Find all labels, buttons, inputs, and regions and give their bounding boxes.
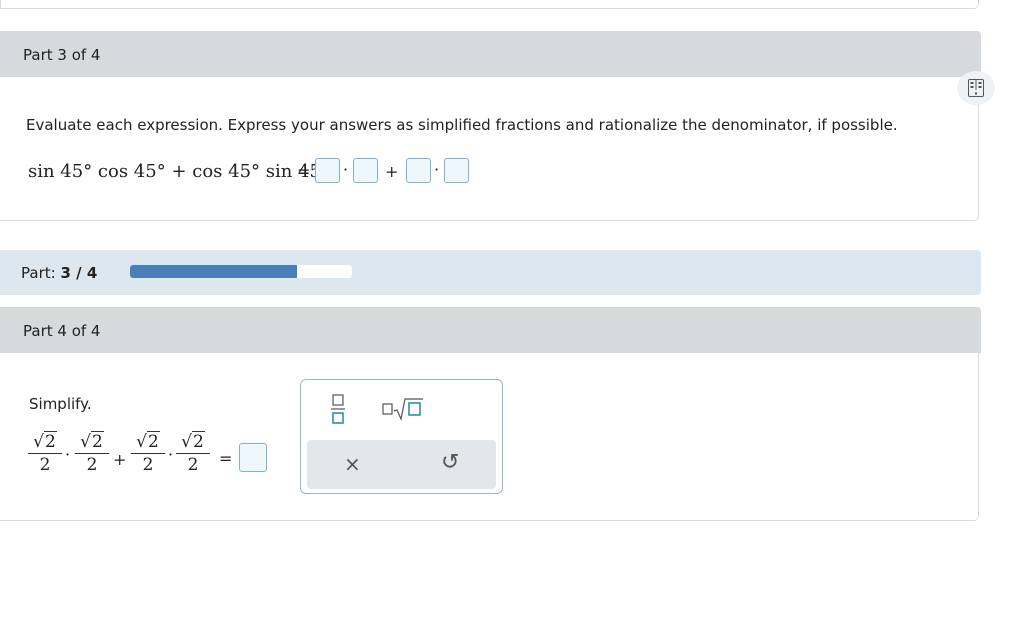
sqrt-symbol: √: [33, 432, 44, 452]
sqrt-button[interactable]: [381, 396, 425, 422]
part3-instruction: Evaluate each expression. Express your a…: [26, 116, 898, 134]
part3-expression: sin 45° cos 45° + cos 45° sin 45°: [28, 161, 330, 182]
fraction-2-denominator: 2: [86, 455, 98, 475]
sqrt-symbol: √: [181, 432, 192, 452]
part3-equals: =: [297, 162, 311, 181]
part4-dot-1: ·: [65, 445, 71, 464]
fraction-2: √2 2: [75, 431, 109, 476]
sqrt-symbol: √: [136, 432, 147, 452]
fraction-3-denominator: 2: [142, 455, 154, 475]
part4-plus: +: [113, 450, 127, 469]
progress-track: [130, 265, 352, 278]
progress-fill: [130, 265, 297, 278]
sqrt-symbol: √: [80, 432, 91, 452]
part4-header-text: Part 4 of 4: [23, 322, 101, 340]
radicand: 2: [91, 431, 104, 452]
part4-answer-box[interactable]: [239, 443, 267, 472]
fraction-2-numerator: √2: [75, 431, 109, 454]
progress-label-text: Part:: [21, 264, 56, 282]
part3-header: Part 3 of 4: [0, 31, 981, 77]
fraction-4-denominator: 2: [187, 455, 199, 475]
fraction-1: √2 2: [28, 431, 62, 476]
answer-box-4[interactable]: [444, 158, 469, 183]
previous-part-card: [0, 0, 979, 9]
answer-box-1[interactable]: [315, 158, 340, 183]
radicand: 2: [44, 431, 57, 452]
part3-dot-1: ·: [343, 160, 349, 179]
progress-value: 3 / 4: [60, 264, 98, 282]
fraction-3-numerator: √2: [131, 431, 165, 454]
math-palette: × ↺: [300, 379, 503, 494]
answer-box-2[interactable]: [353, 158, 378, 183]
part4-prompt: Simplify.: [29, 395, 92, 413]
fraction-1-numerator: √2: [28, 431, 62, 454]
answer-box-3[interactable]: [406, 158, 431, 183]
fraction-1-denominator: 2: [39, 455, 51, 475]
fraction-button[interactable]: [325, 392, 351, 428]
calculator-icon: [968, 79, 984, 97]
fraction-3: √2 2: [131, 431, 165, 476]
clear-button[interactable]: ×: [344, 452, 361, 476]
radicand: 2: [147, 431, 160, 452]
fraction-4-numerator: √2: [176, 431, 210, 454]
fraction-icon: [331, 394, 345, 424]
part4-equals: =: [219, 449, 233, 468]
progress-section: Part: 3 / 4: [0, 250, 981, 295]
sqrt-icon: [382, 398, 423, 421]
palette-actions: × ↺: [307, 440, 496, 489]
calculator-button[interactable]: [957, 71, 995, 105]
part4-header: Part 4 of 4: [0, 307, 981, 353]
part3-dot-2: ·: [434, 160, 440, 179]
part3-plus: +: [385, 162, 399, 181]
part4-dot-2: ·: [168, 445, 174, 464]
progress-label: Part: 3 / 4: [21, 264, 97, 282]
part3-header-text: Part 3 of 4: [23, 46, 101, 64]
undo-button[interactable]: ↺: [441, 450, 459, 475]
fraction-4: √2 2: [176, 431, 210, 476]
radicand: 2: [192, 431, 205, 452]
